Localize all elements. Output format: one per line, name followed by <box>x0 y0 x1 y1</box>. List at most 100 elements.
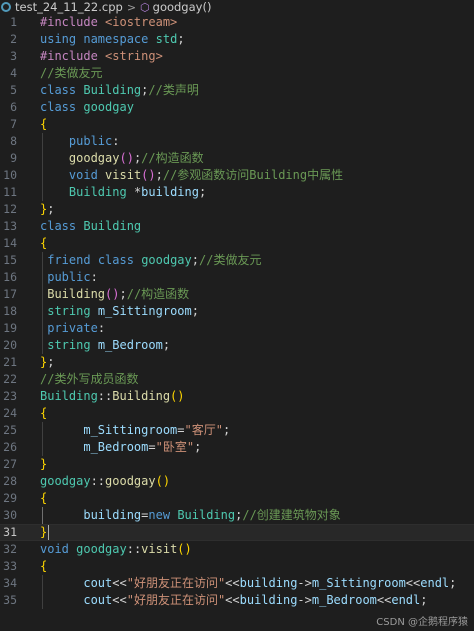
code-line[interactable]: 14 { <box>0 235 474 252</box>
code-token: visit <box>141 542 178 556</box>
code-token: { <box>40 491 48 505</box>
code-line[interactable]: 12}; <box>0 201 474 218</box>
code-text: Building();//构造函数 <box>40 286 189 303</box>
code-line[interactable]: 3 #include <string> <box>0 48 474 65</box>
code-line[interactable]: 23 Building::Building() <box>0 388 474 405</box>
code-token: public <box>47 270 91 284</box>
code-text: string m_Bedroom; <box>40 337 170 354</box>
breadcrumb-file[interactable]: test_24_11_22.cpp <box>15 0 123 14</box>
code-line[interactable]: 30 building=new Building;//创建建筑物对象 <box>0 507 474 524</box>
code-text: m_Sittingroom="客厅"; <box>40 422 230 439</box>
code-token: void <box>68 168 98 182</box>
line-number: 26 <box>3 440 17 454</box>
code-token: () <box>155 474 171 488</box>
line-number: 2 <box>10 32 17 46</box>
code-line[interactable]: 25 m_Sittingroom="客厅"; <box>0 422 474 439</box>
code-token: m_Sittingroom <box>97 304 192 318</box>
code-token: //参观函数访问Building中属性 <box>162 168 344 182</box>
code-line[interactable]: 33 { <box>0 558 474 575</box>
code-line[interactable]: 24 { <box>0 405 474 422</box>
code-line[interactable]: 8 public: <box>0 133 474 150</box>
code-line[interactable]: 32 void goodgay::visit() <box>0 541 474 558</box>
code-line[interactable]: 5 class Building;//类声明 <box>0 82 474 99</box>
code-line[interactable]: 15 friend class goodgay;//类做友元 <box>0 252 474 269</box>
code-token: ; <box>198 185 207 199</box>
code-line[interactable]: 4 //类做友元 <box>0 65 474 82</box>
code-token: ; <box>177 32 185 46</box>
code-line[interactable]: 10 void visit();//参观函数访问Building中属性 <box>0 167 474 184</box>
code-token: : <box>112 134 120 148</box>
line-number: 29 <box>3 491 17 505</box>
code-line[interactable]: 2 using namespace std; <box>0 31 474 48</box>
code-token: public <box>68 134 113 148</box>
code-line[interactable]: 28 goodgay::goodgay() <box>0 473 474 490</box>
code-line[interactable]: 18 string m_Sittingroom; <box>0 303 474 320</box>
code-line[interactable]: 31} <box>0 524 474 541</box>
code-line[interactable]: 19 private: <box>0 320 474 337</box>
code-token: << <box>225 576 240 590</box>
code-token: std <box>155 32 178 46</box>
code-text: cout<<"好朋友正在访问"<<building->m_Bedroom<<en… <box>40 592 428 609</box>
cpp-file-icon <box>1 2 11 12</box>
code-line[interactable]: 16 public: <box>0 269 474 286</box>
code-text: //类外写成员函数 <box>40 371 138 388</box>
line-number: 6 <box>10 100 17 114</box>
watermark: CSDN @企鹅程序猿 <box>376 617 468 628</box>
line-number: 18 <box>3 304 17 318</box>
line-number: 9 <box>10 151 17 165</box>
code-line[interactable]: 13 class Building <box>0 218 474 235</box>
code-line[interactable]: 34 cout<<"好朋友正在访问"<<building->m_Sittingr… <box>0 575 474 592</box>
code-line[interactable]: 22 //类外写成员函数 <box>0 371 474 388</box>
code-token: ; <box>449 576 457 590</box>
code-token: ; <box>420 593 428 607</box>
code-line[interactable]: 1 #include <iostream> <box>0 14 474 31</box>
breadcrumb-symbol[interactable]: goodgay() <box>153 0 212 14</box>
code-line[interactable]: 20 string m_Bedroom; <box>0 337 474 354</box>
code-text: friend class goodgay;//类做友元 <box>40 252 261 269</box>
code-token: class <box>40 100 77 114</box>
code-token: new <box>148 508 171 522</box>
line-number: 20 <box>3 338 17 352</box>
code-editor[interactable]: 1 #include <iostream> 2 using namespace std… <box>0 14 474 631</box>
code-text: Building *building; <box>40 184 206 201</box>
line-number: 21 <box>3 355 17 369</box>
code-line[interactable]: 29 { <box>0 490 474 507</box>
code-line[interactable]: 26 m_Bedroom="卧室"; <box>0 439 474 456</box>
line-number: 3 <box>10 49 17 63</box>
code-line[interactable]: 6 class goodgay <box>0 99 474 116</box>
code-line[interactable]: 11 Building *building; <box>0 184 474 201</box>
code-line[interactable]: 9 goodgay();//构造函数 <box>0 150 474 167</box>
code-token: //构造函数 <box>126 287 190 301</box>
code-token: -> <box>297 576 312 590</box>
code-token: //类外写成员函数 <box>40 372 139 386</box>
indent-guide <box>42 252 43 354</box>
line-number: 11 <box>3 185 17 199</box>
code-text: { <box>40 558 47 575</box>
code-text: string m_Sittingroom; <box>40 303 199 320</box>
line-number: 23 <box>3 389 17 403</box>
code-token: << <box>112 593 127 607</box>
code-line[interactable]: 21}; <box>0 354 474 371</box>
code-line[interactable]: 27} <box>0 456 474 473</box>
code-token: string <box>47 338 91 352</box>
code-line[interactable]: 7{ <box>0 116 474 133</box>
code-line[interactable]: 35 cout<<"好朋友正在访问"<<building->m_Bedroom<… <box>0 592 474 609</box>
code-token: Building <box>177 508 236 522</box>
code-token: m_Sittingroom <box>311 576 406 590</box>
line-number: 15 <box>3 253 17 267</box>
code-token: goodgay <box>40 474 91 488</box>
breadcrumb-separator: > <box>126 0 137 14</box>
code-token: :: <box>90 474 106 488</box>
code-token: Building <box>83 83 142 97</box>
line-number: 1 <box>10 15 17 29</box>
code-line[interactable]: 17 Building();//构造函数 <box>0 286 474 303</box>
code-text: }; <box>40 354 54 371</box>
